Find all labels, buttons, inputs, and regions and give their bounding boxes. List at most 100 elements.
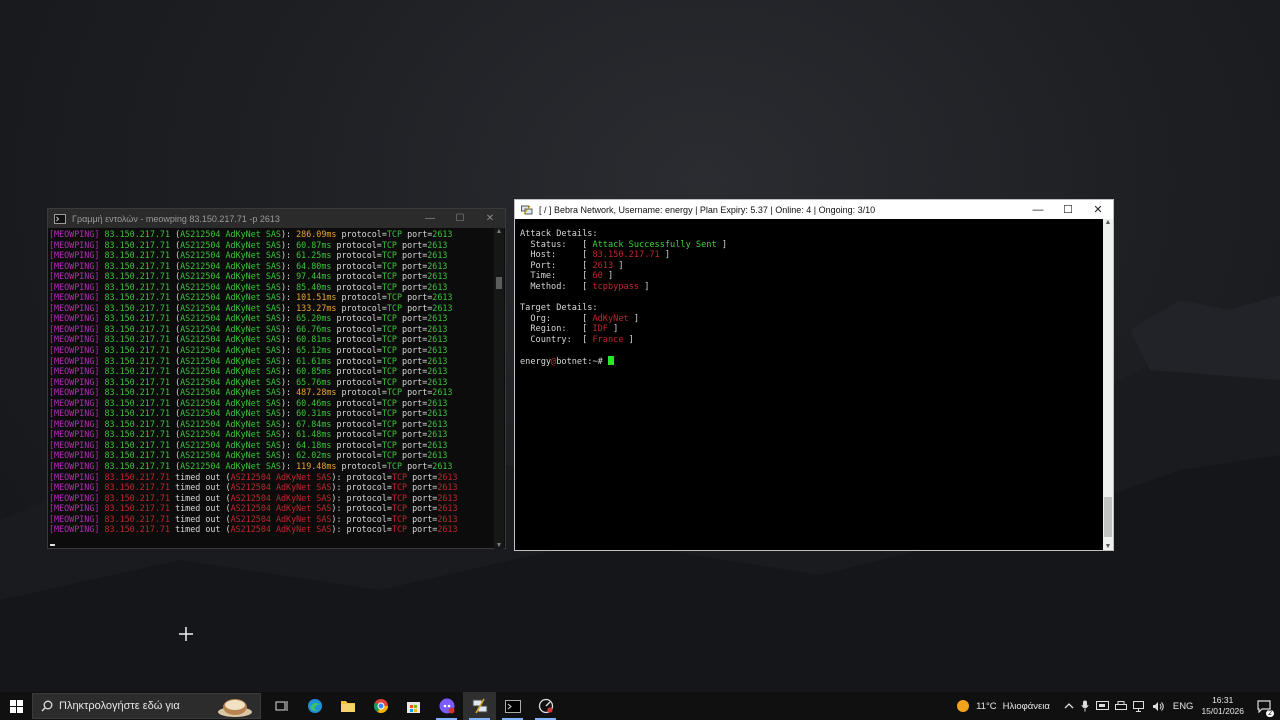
- protocol-key: protocol=: [346, 513, 392, 524]
- ping-asn: AS212504 AdKyNet SAS: [180, 376, 281, 387]
- port-key: port=: [402, 450, 428, 461]
- task-view-button[interactable]: [265, 692, 298, 720]
- protocol-key: protocol=: [336, 366, 382, 377]
- ping-latency: 101.51ms: [296, 292, 337, 303]
- chrome-icon: [373, 699, 388, 713]
- ping-tag: [MEOWPING]: [49, 239, 100, 250]
- timed-out-text: timed out: [175, 513, 221, 524]
- protocol-key: protocol=: [341, 461, 387, 472]
- protocol-value: TCP: [381, 250, 397, 261]
- sun-weather-icon[interactable]: [956, 699, 970, 713]
- start-button[interactable]: [0, 692, 32, 720]
- protocol-key: protocol=: [336, 271, 382, 282]
- port-key: port=: [402, 408, 428, 419]
- paren: (: [220, 482, 231, 493]
- putty-close-button[interactable]: ✕: [1083, 200, 1113, 219]
- discord-icon: [439, 698, 454, 714]
- paren: ):: [280, 429, 297, 440]
- ping-asn: AS212504 AdKyNet SAS: [180, 355, 281, 366]
- taskbar-file-explorer[interactable]: [331, 692, 364, 720]
- paren: (: [220, 524, 231, 535]
- cmd-close-button[interactable]: ✕: [475, 209, 505, 228]
- putty-scrollbar[interactable]: ▲ ▼: [1103, 219, 1113, 550]
- cmd-text-cursor: [50, 544, 55, 546]
- scroll-up-arrow-icon[interactable]: ▲: [1103, 219, 1113, 226]
- putty-maximize-button[interactable]: ☐: [1053, 200, 1083, 219]
- taskbar-command-prompt[interactable]: [496, 692, 529, 720]
- taskbar-discord[interactable]: [430, 692, 463, 720]
- putty-terminal-output[interactable]: Attack Details: Status: [ Attack Success…: [520, 229, 1105, 367]
- target-detail-row: Org: [ AdKyNet ]: [520, 314, 1105, 325]
- putty-ssh-window[interactable]: [ / ] Bebra Network, Username: energy | …: [514, 199, 1114, 551]
- port-key: port=: [402, 313, 428, 324]
- notification-center-button[interactable]: 2: [1252, 692, 1276, 720]
- ping-asn: AS212504 AdKyNet SAS: [180, 271, 281, 282]
- ping-latency: 60.46ms: [296, 397, 332, 408]
- ping-tag: [MEOWPING]: [49, 292, 100, 303]
- scroll-down-arrow-icon[interactable]: ▼: [494, 542, 504, 549]
- taskbar-putty[interactable]: [463, 692, 496, 720]
- port-value: 2613: [427, 429, 448, 440]
- command-prompt-window[interactable]: Γραμμή εντολών - meowping 83.150.217.71 …: [47, 208, 506, 549]
- monitor-icon[interactable]: [1095, 700, 1109, 712]
- detail-label: Host:: [520, 250, 583, 261]
- cmd-minimize-button[interactable]: —: [415, 209, 445, 228]
- cmd-titlebar[interactable]: Γραμμή εντολών - meowping 83.150.217.71 …: [48, 209, 505, 228]
- ping-reply-line: [MEOWPING] 83.150.217.71 (AS212504 AdKyN…: [49, 261, 494, 272]
- port-key: port=: [402, 397, 428, 408]
- paren: ):: [280, 271, 297, 282]
- port-key: port=: [402, 281, 428, 292]
- weather-temperature[interactable]: 11°C: [976, 701, 997, 712]
- scroll-down-arrow-icon[interactable]: ▼: [1103, 543, 1113, 550]
- printer-icon[interactable]: [1114, 700, 1127, 712]
- taskbar-clock[interactable]: 16:31 15/01/2026: [1201, 695, 1244, 717]
- microphone-icon[interactable]: [1081, 700, 1089, 712]
- port-value: 2613: [437, 503, 458, 514]
- port-key: port=: [402, 418, 428, 429]
- ping-reply-line: [MEOWPING] 83.150.217.71 (AS212504 AdKyN…: [49, 387, 494, 398]
- ping-asn: AS212504 AdKyNet SAS: [180, 323, 281, 334]
- cmd-console-output[interactable]: [MEOWPING] 83.150.217.71 (AS212504 AdKyN…: [49, 228, 494, 549]
- scroll-up-arrow-icon[interactable]: ▲: [494, 228, 504, 235]
- port-key: port=: [402, 439, 428, 450]
- putty-titlebar[interactable]: [ / ] Bebra Network, Username: energy | …: [515, 200, 1113, 219]
- cmd-maximize-button[interactable]: ☐: [445, 209, 475, 228]
- taskbar-edge[interactable]: [298, 692, 331, 720]
- clock-date: 15/01/2026: [1201, 706, 1244, 716]
- protocol-key: protocol=: [336, 408, 382, 419]
- volume-icon[interactable]: [1152, 701, 1165, 712]
- paren: ):: [280, 366, 297, 377]
- taskbar-search-box[interactable]: Πληκτρολογήστε εδώ για: [32, 693, 261, 719]
- putty-scroll-thumb[interactable]: [1104, 497, 1112, 537]
- putty-minimize-button[interactable]: —: [1023, 200, 1053, 219]
- port-value: 2613: [427, 323, 448, 334]
- port-key: port=: [407, 302, 433, 313]
- shell-prompt[interactable]: energy@botnet:~#: [520, 356, 1105, 367]
- port-key: port=: [412, 503, 438, 514]
- ping-tag: [MEOWPING]: [49, 376, 100, 387]
- cmd-scrollbar[interactable]: ▲ ▼: [494, 228, 504, 549]
- ping-timeout-line: [MEOWPING] 83.150.217.71 timed out (AS21…: [49, 472, 494, 483]
- taskbar-store[interactable]: [397, 692, 430, 720]
- prompt-user: energy: [520, 357, 552, 368]
- cmd-scroll-thumb[interactable]: [496, 277, 502, 289]
- paren: ):: [280, 408, 297, 419]
- ping-tag: [MEOWPING]: [49, 408, 100, 419]
- paren: (: [170, 334, 181, 345]
- ping-ip: 83.150.217.71: [104, 492, 171, 503]
- ping-latency: 61.61ms: [296, 355, 332, 366]
- ping-ip: 83.150.217.71: [104, 450, 171, 461]
- taskbar-chrome[interactable]: [364, 692, 397, 720]
- language-indicator[interactable]: ENG: [1173, 701, 1194, 712]
- ping-latency: 286.09ms: [296, 229, 337, 239]
- protocol-key: protocol=: [341, 302, 387, 313]
- port-key: port=: [402, 260, 428, 271]
- chevron-up-icon[interactable]: [1064, 702, 1074, 710]
- network-icon[interactable]: [1132, 700, 1146, 712]
- taskbar-app-extra[interactable]: [529, 692, 562, 720]
- detail-label: Method:: [520, 281, 583, 292]
- ping-tag: [MEOWPING]: [49, 418, 100, 429]
- protocol-value: TCP: [381, 313, 397, 324]
- ping-asn: AS212504 AdKyNet SAS: [180, 387, 281, 398]
- weather-condition[interactable]: Ηλιοφάνεια: [1003, 701, 1050, 712]
